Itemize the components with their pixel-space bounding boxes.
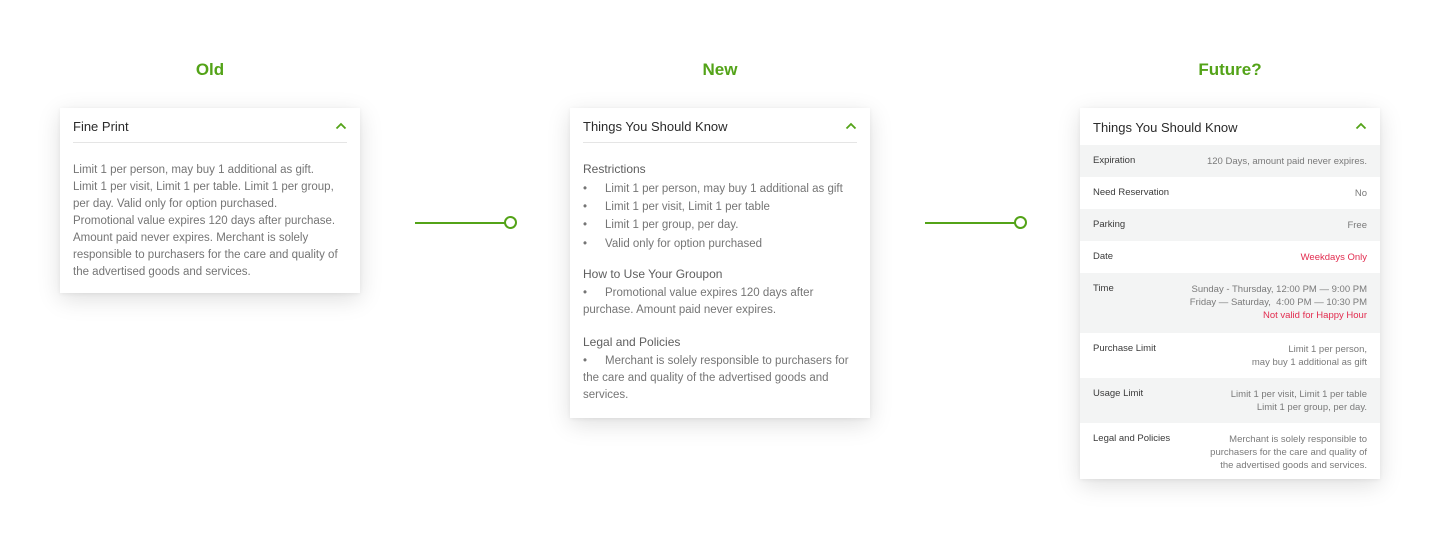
bullet-icon: • — [583, 183, 588, 195]
row-label: Date — [1093, 251, 1114, 262]
future-label: Future? — [1198, 60, 1262, 79]
table-row: Usage Limit Limit 1 per visit, Limit 1 p… — [1080, 378, 1380, 423]
restrictions-section: Restrictions • Limit 1 per person, may bu… — [583, 161, 859, 253]
table-row: Parking Free — [1080, 209, 1380, 241]
future-things-to-know-card: Things You Should Know Expiration 120 Da… — [1080, 108, 1380, 479]
connector-line — [415, 222, 505, 224]
list-item: • Limit 1 per visit, Limit 1 per table — [583, 198, 859, 216]
list-item: • Limit 1 per person, may buy 1 additiona… — [583, 180, 859, 198]
chevron-up-icon[interactable] — [335, 121, 347, 130]
text-line: Limit 1 per visit, Limit 1 per table. Li… — [73, 181, 334, 193]
table-row: Time Sunday - Thursday, 12:00 PM — 9:00 … — [1080, 273, 1380, 333]
text-line: Amount paid never expires. Merchant is s… — [73, 232, 309, 244]
row-value: Weekdays Only — [1300, 252, 1367, 263]
table-row: Need Reservation No — [1080, 177, 1380, 209]
connector-node-icon — [1014, 216, 1027, 229]
card-title: Things You Should Know — [583, 119, 728, 134]
row-value: Sunday - Thursday, 12:00 PM — 9:00 PM Fr… — [1189, 284, 1367, 322]
bullet-icon: • — [583, 201, 588, 214]
row-label: Parking — [1093, 219, 1126, 230]
row-value: 120 Days, amount paid never expires. — [1206, 156, 1367, 167]
bullet-icon: • — [583, 355, 588, 367]
fine-print-text: Limit 1 per person, may buy 1 additional… — [73, 162, 349, 281]
fine-print-card: Fine Print Limit 1 per person, may buy 1… — [60, 108, 360, 293]
row-value: Limit 1 per visit, Limit 1 per table Lim… — [1230, 389, 1367, 414]
card-header[interactable]: Things You Should Know — [1093, 108, 1367, 145]
details-table: Expiration 120 Days, amount paid never e… — [1080, 145, 1380, 479]
section-title: Legal and Policies — [583, 335, 681, 349]
text-line: Promotional value expires 120 days after… — [73, 215, 336, 227]
paragraph: • Merchant is solely responsible to purch… — [583, 355, 849, 401]
row-value: Merchant is solely responsible to purcha… — [1210, 434, 1367, 472]
connector-node-icon — [504, 216, 517, 229]
legal-section: Legal and Policies • Merchant is solely r… — [583, 334, 859, 404]
row-label: Legal and Policies — [1093, 433, 1171, 444]
text-line: responsible to purchasers for the care a… — [73, 249, 338, 261]
row-value: Limit 1 per person, may buy 1 additional… — [1251, 344, 1367, 369]
card-header[interactable]: Fine Print — [73, 108, 347, 143]
table-row: Legal and Policies Merchant is solely re… — [1080, 423, 1380, 479]
row-label: Time — [1093, 283, 1114, 294]
row-value: No — [1354, 188, 1367, 199]
list-item: • Limit 1 per group, per day. — [583, 216, 859, 234]
row-label: Need Reservation — [1093, 187, 1170, 198]
old-label: Old — [195, 60, 225, 79]
card-title: Fine Print — [73, 119, 129, 134]
paragraph: • Promotional value expires 120 days afte… — [583, 287, 814, 316]
things-to-know-card: Things You Should Know Restrictions • Lim… — [570, 108, 870, 418]
text-line: Limit 1 per person, may buy 1 additional… — [73, 164, 314, 176]
row-label: Purchase Limit — [1093, 343, 1156, 354]
connector-arrow — [415, 216, 517, 230]
row-label: Expiration — [1093, 155, 1136, 166]
row-label: Usage Limit — [1093, 388, 1144, 399]
chevron-up-icon[interactable] — [1355, 121, 1367, 130]
table-row: Date Weekdays Only — [1080, 241, 1380, 273]
card-title: Things You Should Know — [1093, 120, 1238, 135]
bullet-icon: • — [583, 237, 588, 250]
text-line: per day. Valid only for option purchased… — [73, 198, 278, 210]
table-row: Expiration 120 Days, amount paid never e… — [1080, 145, 1380, 177]
section-title: Restrictions — [583, 162, 646, 176]
row-value: Free — [1347, 220, 1367, 231]
happy-hour-note: Not valid for Happy Hour — [1262, 310, 1367, 322]
how-to-use-section: How to Use Your Groupon • Promotional val… — [583, 266, 859, 319]
bullet-icon: • — [583, 219, 588, 232]
connector-line — [925, 222, 1015, 224]
connector-arrow — [925, 216, 1027, 230]
list-item: • Valid only for option purchased — [583, 235, 859, 253]
table-row: Purchase Limit Limit 1 per person, may b… — [1080, 333, 1380, 378]
card-header[interactable]: Things You Should Know — [583, 108, 857, 143]
new-label: New — [702, 60, 738, 79]
text-line: the advertised goods and services. — [73, 266, 251, 278]
section-title: How to Use Your Groupon — [583, 267, 723, 281]
chevron-up-icon[interactable] — [845, 121, 857, 130]
bullet-icon: • — [583, 287, 588, 299]
